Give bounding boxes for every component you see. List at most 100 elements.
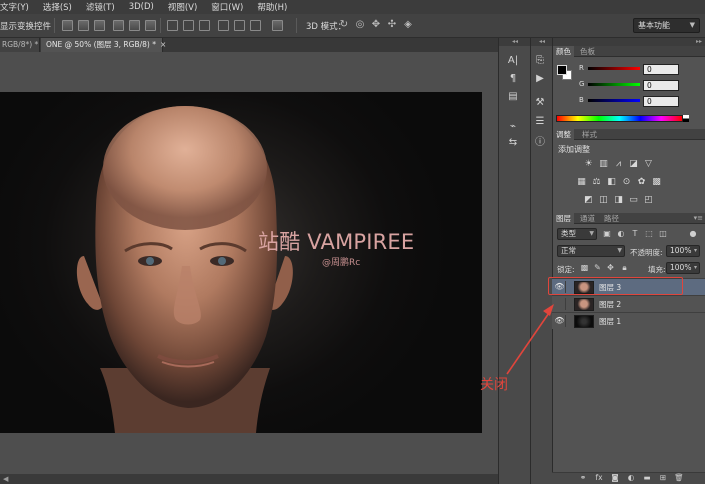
green-slider[interactable] bbox=[588, 83, 640, 86]
lock-position-icon[interactable]: ✥ bbox=[606, 263, 615, 272]
tab-document-1[interactable]: RGB/8*) *× bbox=[0, 38, 49, 52]
menu-select[interactable]: 选择(S) bbox=[36, 1, 79, 13]
curves-icon[interactable]: ⩘ bbox=[613, 159, 624, 169]
new-layer-icon[interactable]: ⊞ bbox=[658, 473, 668, 483]
tab-layers[interactable]: 图层 bbox=[553, 213, 574, 224]
channel-mixer-icon[interactable]: ✿ bbox=[636, 177, 647, 187]
tab-adjustments[interactable]: 调整 bbox=[553, 129, 574, 140]
align-horizontal-centers-icon[interactable] bbox=[129, 20, 140, 31]
distribute-right-icon[interactable] bbox=[250, 20, 261, 31]
gradient-map-icon[interactable]: ▭ bbox=[628, 195, 639, 205]
blend-mode-select[interactable]: 正常 ▼ bbox=[557, 245, 625, 257]
exposure-icon[interactable]: ◪ bbox=[628, 159, 639, 169]
posterize-icon[interactable]: ◫ bbox=[598, 195, 609, 205]
layer-filter-select[interactable]: 类型 ▼ bbox=[557, 228, 597, 240]
history-panel-icon[interactable]: ⎘ bbox=[532, 54, 548, 68]
lock-all-icon[interactable]: 🔒︎ bbox=[620, 263, 629, 272]
workspace-select[interactable]: 基本功能 ▼ bbox=[633, 18, 700, 33]
tab-document-one[interactable]: ONE @ 50% (图层 3, RGB/8) * × bbox=[41, 38, 166, 52]
black-white-ramp[interactable] bbox=[683, 115, 689, 122]
panel-menu-icon[interactable]: ▾≡ bbox=[694, 213, 703, 224]
menu-type[interactable]: 文字(Y) bbox=[0, 1, 36, 13]
tab-channels[interactable]: 通道 bbox=[577, 213, 598, 224]
invert-icon[interactable]: ◩ bbox=[583, 195, 594, 205]
color-lookup-icon[interactable]: ▩ bbox=[651, 177, 662, 187]
levels-icon[interactable]: ▥ bbox=[598, 159, 609, 169]
canvas-area[interactable]: 站酷 VAMPIREE @周鹏Rc bbox=[0, 52, 498, 474]
3d-scale-icon[interactable]: ◈ bbox=[402, 19, 414, 31]
info-circle-icon[interactable]: ⓘ bbox=[532, 136, 548, 150]
add-mask-icon[interactable]: ◙ bbox=[610, 473, 620, 483]
filter-type-icon[interactable]: T bbox=[630, 229, 640, 239]
new-adjustment-layer-icon[interactable]: ◐ bbox=[626, 473, 636, 483]
scroll-left-icon[interactable]: ◀ bbox=[3, 475, 8, 483]
layer-row-2[interactable]: 👁︎ 图层 2 bbox=[552, 295, 705, 312]
properties-panel-icon[interactable]: ☰ bbox=[532, 115, 548, 129]
red-slider[interactable] bbox=[588, 67, 640, 70]
3d-roll-icon[interactable]: ◎ bbox=[354, 19, 366, 31]
collapse-arrows-icon[interactable]: ◂◂ bbox=[531, 38, 553, 46]
auto-align-layers-icon[interactable] bbox=[272, 20, 283, 31]
align-top-edges-icon[interactable] bbox=[62, 20, 73, 31]
menu-help[interactable]: 帮助(H) bbox=[250, 1, 294, 13]
distribute-left-icon[interactable] bbox=[218, 20, 229, 31]
foreground-color-swatch[interactable] bbox=[557, 65, 567, 75]
3d-slide-icon[interactable]: ✣ bbox=[386, 19, 398, 31]
filter-smart-object-icon[interactable]: ◫ bbox=[658, 229, 668, 239]
layer-name[interactable]: 图层 1 bbox=[599, 316, 621, 327]
brush-panel-icon[interactable]: ⌁ bbox=[506, 120, 520, 134]
delete-layer-icon[interactable]: 🗑︎ bbox=[674, 473, 684, 483]
3d-rotate-icon[interactable]: ↻ bbox=[338, 19, 350, 31]
photo-filter-icon[interactable]: ⊙ bbox=[621, 177, 632, 187]
color-spectrum-bar[interactable] bbox=[556, 115, 683, 122]
character-panel-icon[interactable]: A| bbox=[506, 54, 520, 68]
menu-window[interactable]: 窗口(W) bbox=[204, 1, 250, 13]
3d-pan-icon[interactable]: ✥ bbox=[370, 19, 382, 31]
actions-panel-icon[interactable]: ▶ bbox=[532, 72, 548, 86]
green-value-input[interactable]: 0 bbox=[643, 80, 679, 91]
info-panel-icon[interactable]: ▤ bbox=[506, 90, 520, 104]
red-value-input[interactable]: 0 bbox=[643, 64, 679, 75]
layer-name[interactable]: 图层 2 bbox=[599, 299, 621, 310]
paragraph-panel-icon[interactable]: ¶ bbox=[506, 72, 520, 86]
lock-pixels-icon[interactable]: ✎ bbox=[593, 263, 602, 272]
tool-presets-icon[interactable]: ⚒ bbox=[532, 96, 548, 110]
selective-color-icon[interactable]: ◰ bbox=[643, 195, 654, 205]
align-right-edges-icon[interactable] bbox=[145, 20, 156, 31]
collapse-arrows-icon[interactable]: ◂◂ bbox=[499, 38, 531, 46]
blue-slider[interactable] bbox=[588, 99, 640, 102]
threshold-icon[interactable]: ◨ bbox=[613, 195, 624, 205]
tab-paths[interactable]: 路径 bbox=[601, 213, 622, 224]
layer-row-1[interactable]: 👁︎ 图层 1 bbox=[552, 312, 705, 329]
vibrance-icon[interactable]: ▽ bbox=[643, 159, 654, 169]
distribute-hcenter-icon[interactable] bbox=[234, 20, 245, 31]
blue-value-input[interactable]: 0 bbox=[643, 96, 679, 107]
clone-source-icon[interactable]: ⇆ bbox=[506, 136, 520, 150]
tab-color[interactable]: 颜色 bbox=[553, 46, 574, 57]
collapse-arrows-icon[interactable]: ▸▸ bbox=[553, 38, 705, 46]
brightness-contrast-icon[interactable]: ☀ bbox=[583, 159, 594, 169]
filter-adjustment-icon[interactable]: ◐ bbox=[616, 229, 626, 239]
link-layers-icon[interactable]: ⚭ bbox=[578, 473, 588, 483]
filter-shape-icon[interactable]: ⬚ bbox=[644, 229, 654, 239]
filter-toggle-icon[interactable]: ● bbox=[688, 229, 698, 239]
menu-3d[interactable]: 3D(D) bbox=[122, 2, 161, 12]
show-transform-controls-label[interactable]: 显示变换控件 bbox=[0, 20, 51, 32]
distribute-bottom-icon[interactable] bbox=[199, 20, 210, 31]
tab-styles[interactable]: 样式 bbox=[579, 129, 600, 140]
menu-filter[interactable]: 滤镜(T) bbox=[79, 1, 122, 13]
new-group-icon[interactable]: ▬ bbox=[642, 473, 652, 483]
distribute-vcenter-icon[interactable] bbox=[183, 20, 194, 31]
hue-saturation-icon[interactable]: ▦ bbox=[576, 177, 587, 187]
black-white-icon[interactable]: ◧ bbox=[606, 177, 617, 187]
menu-view[interactable]: 视图(V) bbox=[161, 1, 204, 13]
opacity-input[interactable]: 100% ▾ bbox=[666, 245, 700, 257]
horizontal-scrollbar[interactable]: ◀ bbox=[0, 474, 498, 484]
lock-transparent-icon[interactable]: ▩ bbox=[580, 263, 589, 272]
color-balance-icon[interactable]: ⚖ bbox=[591, 177, 602, 187]
fill-input[interactable]: 100% ▾ bbox=[666, 262, 700, 274]
align-bottom-edges-icon[interactable] bbox=[94, 20, 105, 31]
close-icon[interactable]: × bbox=[160, 40, 166, 49]
align-vertical-centers-icon[interactable] bbox=[78, 20, 89, 31]
tab-swatches[interactable]: 色板 bbox=[577, 46, 598, 57]
